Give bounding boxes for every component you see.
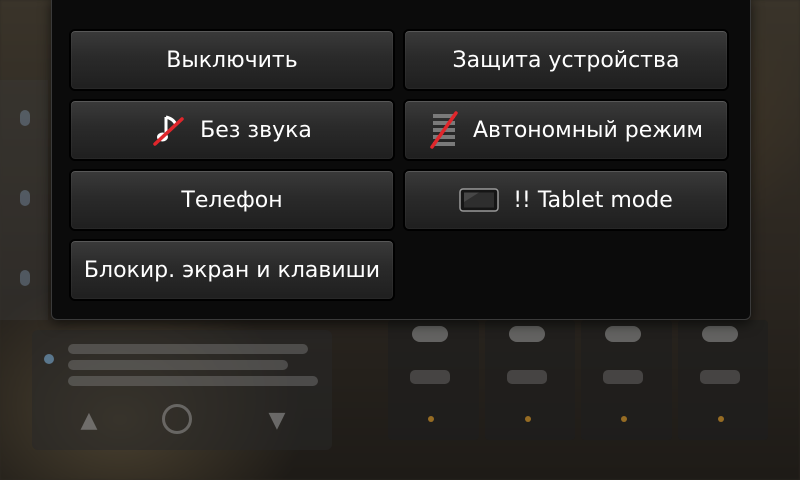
silent-mode-button[interactable]: Без звука bbox=[69, 99, 395, 161]
phone-label: Телефон bbox=[181, 187, 283, 213]
lock-screen-keys-label: Блокир. экран и клавиши bbox=[83, 257, 381, 283]
offline-mode-label: Автономный режим bbox=[473, 117, 703, 143]
device-lock-button[interactable]: Защита устройства bbox=[403, 29, 729, 91]
tablet-mode-button[interactable]: !! Tablet mode bbox=[403, 169, 729, 231]
phone-button[interactable]: Телефон bbox=[69, 169, 395, 231]
offline-mode-icon bbox=[429, 111, 459, 149]
backdrop-up-arrow-icon: ▲ bbox=[80, 408, 98, 433]
device-lock-label: Защита устройства bbox=[452, 47, 680, 73]
silent-music-note-icon bbox=[152, 113, 186, 147]
backdrop-weather-widget bbox=[388, 320, 768, 440]
backdrop-down-arrow-icon: ▼ bbox=[268, 408, 286, 433]
backdrop-side-widget bbox=[0, 80, 48, 320]
power-menu-dialog: Выключить Защита устройства Без звука Ав… bbox=[51, 0, 751, 320]
lock-screen-keys-button[interactable]: Блокир. экран и клавиши bbox=[69, 239, 395, 301]
silent-mode-label: Без звука bbox=[200, 117, 312, 143]
offline-mode-button[interactable]: Автономный режим bbox=[403, 99, 729, 161]
backdrop-refresh-icon bbox=[162, 404, 192, 434]
tablet-mode-label: !! Tablet mode bbox=[513, 187, 673, 213]
power-off-label: Выключить bbox=[166, 47, 298, 73]
power-off-button[interactable]: Выключить bbox=[69, 29, 395, 91]
tablet-icon bbox=[459, 188, 499, 212]
